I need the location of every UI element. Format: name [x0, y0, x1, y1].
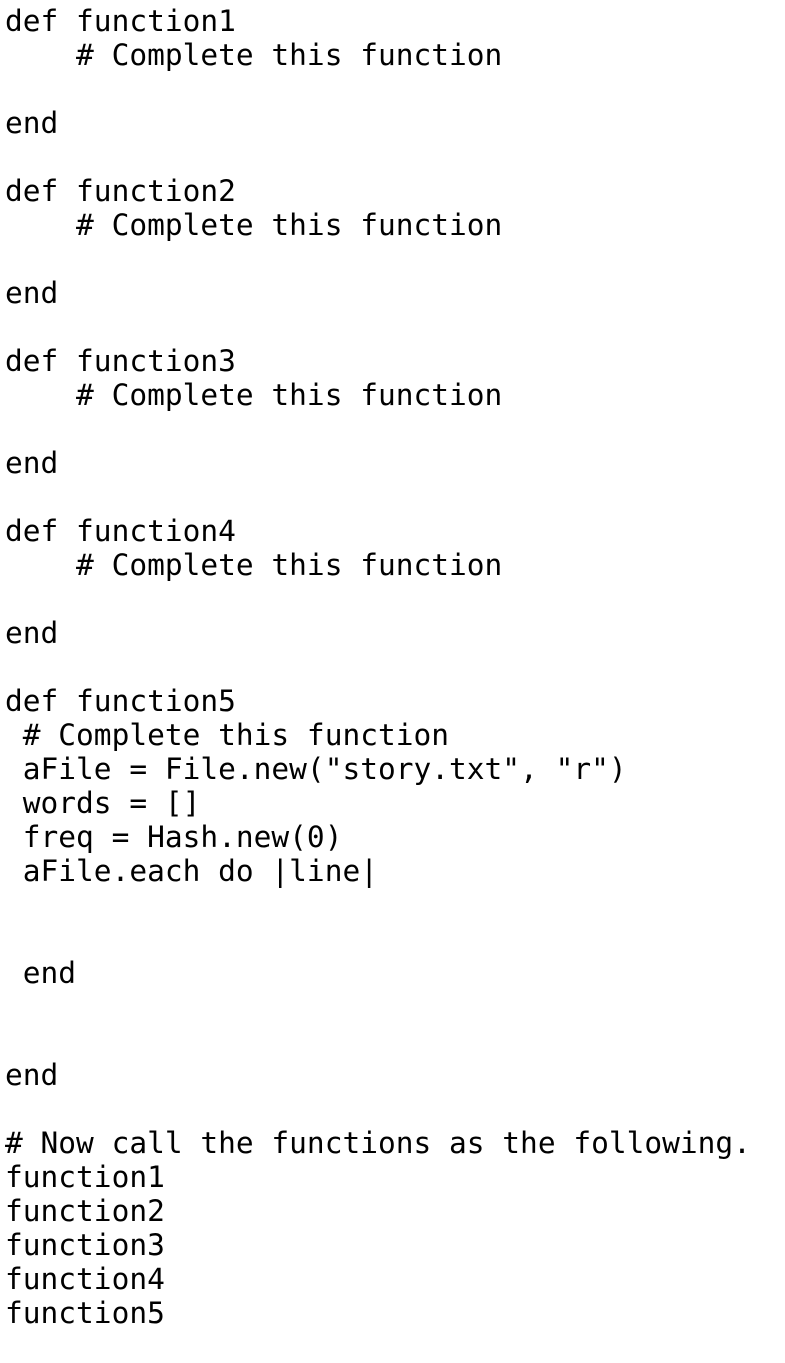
code-listing[interactable]: def function1 # Complete this function en…	[0, 0, 785, 1363]
code-line: def function4	[5, 514, 236, 548]
code-line: end	[5, 276, 59, 310]
code-line: aFile.each do |line|	[5, 854, 378, 888]
code-line: # Complete this function	[5, 378, 503, 412]
code-line: words = []	[5, 786, 201, 820]
code-line: end	[5, 1058, 59, 1092]
code-line: freq = Hash.new(0)	[5, 820, 343, 854]
code-line: function2	[5, 1194, 165, 1228]
code-line: # Complete this function	[5, 548, 503, 582]
code-line: def function1	[5, 4, 236, 38]
code-line: end	[5, 616, 59, 650]
code-line: def function5	[5, 684, 236, 718]
code-line: def function2	[5, 174, 236, 208]
code-line: # Now call the functions as the followin…	[5, 1126, 751, 1160]
code-line: function5	[5, 1296, 165, 1330]
code-line: # Complete this function	[5, 208, 503, 242]
code-line: function4	[5, 1262, 165, 1296]
code-line: aFile = File.new("story.txt", "r")	[5, 752, 627, 786]
code-line: function1	[5, 1160, 165, 1194]
code-line: def function3	[5, 344, 236, 378]
code-line: function3	[5, 1228, 165, 1262]
code-line: # Complete this function	[5, 38, 503, 72]
code-line: end	[5, 106, 59, 140]
code-line: end	[5, 956, 77, 990]
code-line: # Complete this function	[5, 718, 450, 752]
code-line: end	[5, 446, 59, 480]
